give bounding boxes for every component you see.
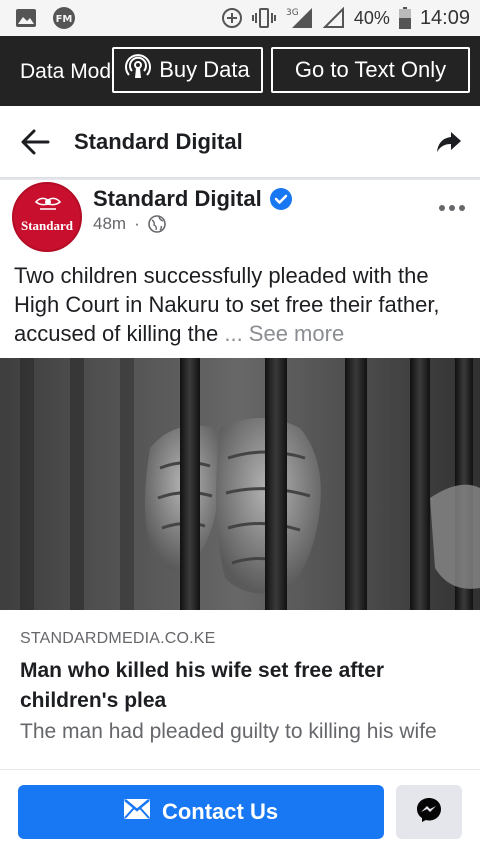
broadcast-icon — [125, 54, 152, 86]
clock: 14:09 — [419, 6, 470, 29]
see-more-link[interactable]: ... See more — [224, 321, 344, 346]
link-domain: STANDARDMEDIA.CO.KE — [20, 630, 216, 647]
data-mode-banner: Data Mode Buy Data Go to Text Only — [0, 36, 480, 106]
post-image[interactable] — [0, 358, 480, 610]
post-time[interactable]: 48m — [93, 214, 126, 234]
prison-bars-hands-image — [0, 358, 480, 610]
signal-empty-icon — [322, 6, 346, 30]
battery-percent: 40% — [353, 7, 390, 28]
contact-us-button[interactable]: Contact Us — [18, 785, 384, 839]
post-header: Standard Standard Digital 48m · — [0, 178, 480, 260]
data-saver-icon — [220, 6, 244, 30]
link-preview-card[interactable]: STANDARDMEDIA.CO.KE Man who killed his w… — [0, 610, 480, 770]
buy-data-label: Buy Data — [159, 57, 250, 82]
globe-icon — [147, 215, 166, 233]
status-bar: FM 3G 40% 14:09 — [0, 0, 480, 36]
verified-badge-icon — [269, 188, 292, 210]
link-title: Man who killed his wife set free after c… — [20, 659, 385, 712]
image-icon — [14, 6, 38, 30]
post-page-name[interactable]: Standard Digital — [93, 186, 262, 212]
svg-text:3G: 3G — [286, 8, 299, 18]
bottom-action-bar: Contact Us — [0, 770, 480, 854]
meta-separator: · — [134, 214, 140, 233]
fm-radio-icon: FM — [52, 6, 76, 30]
more-options-icon[interactable] — [438, 200, 466, 211]
page-title: Standard Digital — [74, 129, 243, 154]
link-description: The man had pleaded guilty to killing hi… — [20, 720, 437, 743]
page-header: Standard Digital — [0, 106, 480, 178]
avatar[interactable]: Standard — [12, 182, 82, 252]
data-mode-label: Data Mode — [20, 60, 112, 83]
vibrate-icon — [251, 6, 276, 30]
envelope-icon — [123, 799, 150, 825]
crest-logo — [34, 197, 62, 210]
contact-us-label: Contact Us — [161, 799, 279, 824]
svg-text:FM: FM — [56, 14, 73, 25]
back-arrow-icon[interactable] — [20, 128, 50, 156]
post-text: Two children successfully pleaded with t… — [14, 261, 466, 348]
messenger-button[interactable] — [396, 785, 462, 839]
buy-data-button[interactable]: Buy Data — [112, 47, 263, 93]
text-only-button[interactable]: Go to Text Only — [271, 47, 470, 93]
avatar-wordmark: Standard — [20, 218, 74, 233]
signal-3g-icon: 3G — [284, 6, 314, 30]
text-only-label: Go to Text Only — [294, 57, 447, 82]
battery-icon — [398, 6, 412, 30]
share-icon[interactable] — [436, 130, 462, 154]
messenger-icon — [416, 797, 442, 828]
